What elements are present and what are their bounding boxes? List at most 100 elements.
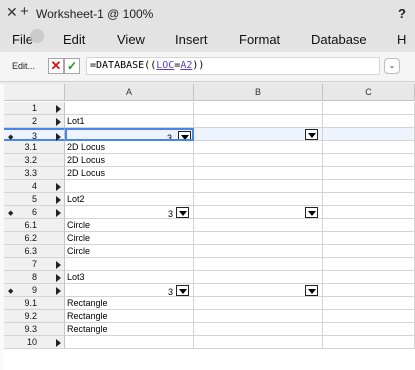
row-header[interactable]: 5 xyxy=(4,193,65,206)
cell-a[interactable]: Lot2 xyxy=(65,193,194,206)
new-tab-icon[interactable]: + xyxy=(20,4,29,19)
row-header[interactable]: 7 xyxy=(4,258,65,271)
expand-triangle-icon[interactable] xyxy=(56,209,61,217)
expand-triangle-icon[interactable] xyxy=(56,133,61,141)
cell-b[interactable] xyxy=(194,284,323,297)
accept-formula-button[interactable]: ✓ xyxy=(64,58,80,74)
cell-c[interactable] xyxy=(323,258,415,271)
chevron-down-icon[interactable] xyxy=(305,285,318,296)
cell-b[interactable] xyxy=(194,336,323,349)
cell-b[interactable] xyxy=(194,128,323,141)
column-header-a[interactable]: A xyxy=(65,84,194,101)
row-header[interactable]: 9.1 xyxy=(4,297,65,310)
chevron-down-icon[interactable]: ⌄ xyxy=(384,58,400,74)
row-header[interactable]: 9.3 xyxy=(4,323,65,336)
cell-b[interactable] xyxy=(194,310,323,323)
cell-a[interactable]: 2D Locus xyxy=(65,141,194,154)
cell-c[interactable] xyxy=(323,102,415,115)
row-header[interactable]: ◆ 3 xyxy=(4,128,65,141)
menu-database[interactable]: Database xyxy=(311,32,367,47)
row-header[interactable]: 10 xyxy=(4,336,65,349)
cell-a[interactable] xyxy=(65,102,194,115)
cell-c[interactable] xyxy=(323,336,415,349)
row-header[interactable]: 1 xyxy=(4,102,65,115)
cell-a[interactable] xyxy=(65,258,194,271)
cell-a[interactable]: Circle xyxy=(65,219,194,232)
cell-c[interactable] xyxy=(323,219,415,232)
menu-view[interactable]: View xyxy=(117,32,145,47)
row-header[interactable]: 2 xyxy=(4,115,65,128)
edit-button[interactable]: Edit... xyxy=(12,61,35,71)
row-header[interactable]: 3.1 xyxy=(4,141,65,154)
cell-b[interactable] xyxy=(194,180,323,193)
cell-a[interactable]: 3 xyxy=(65,284,194,297)
row-header[interactable]: 3.2 xyxy=(4,154,65,167)
cell-c[interactable] xyxy=(323,245,415,258)
column-header-b[interactable]: B xyxy=(194,84,323,101)
expand-triangle-icon[interactable] xyxy=(56,105,61,113)
cell-a[interactable]: Lot3 xyxy=(65,271,194,284)
cell-a[interactable]: Circle xyxy=(65,245,194,258)
cell-a[interactable]: Rectangle xyxy=(65,310,194,323)
cell-c[interactable] xyxy=(323,193,415,206)
cell-c[interactable] xyxy=(323,310,415,323)
cell-a[interactable]: Lot1 xyxy=(65,115,194,128)
cell-c[interactable] xyxy=(323,206,415,219)
row-header[interactable]: 6.2 xyxy=(4,232,65,245)
help-button[interactable]: ? xyxy=(398,6,406,21)
row-header[interactable]: ◆ 6 xyxy=(4,206,65,219)
cell-a[interactable] xyxy=(65,180,194,193)
cell-a[interactable]: Circle xyxy=(65,232,194,245)
cell-b[interactable] xyxy=(194,219,323,232)
chevron-down-icon[interactable] xyxy=(178,131,191,139)
cell-b[interactable] xyxy=(194,245,323,258)
expand-triangle-icon[interactable] xyxy=(56,183,61,191)
cell-b[interactable] xyxy=(194,258,323,271)
chevron-down-icon[interactable] xyxy=(176,207,189,218)
cell-b[interactable] xyxy=(194,232,323,245)
cell-b[interactable] xyxy=(194,102,323,115)
cell-c[interactable] xyxy=(323,154,415,167)
expand-triangle-icon[interactable] xyxy=(56,118,61,126)
cell-a[interactable]: 3 xyxy=(65,128,194,141)
row-header[interactable]: ◆ 9 xyxy=(4,284,65,297)
cell-b[interactable] xyxy=(194,297,323,310)
expand-triangle-icon[interactable] xyxy=(56,261,61,269)
cell-c[interactable] xyxy=(323,128,415,141)
cell-b[interactable] xyxy=(194,154,323,167)
expand-triangle-icon[interactable] xyxy=(56,196,61,204)
cell-b[interactable] xyxy=(194,141,323,154)
menu-insert[interactable]: Insert xyxy=(175,32,208,47)
cell-a[interactable]: 2D Locus xyxy=(65,154,194,167)
cancel-formula-button[interactable]: ✕ xyxy=(48,58,64,74)
cell-b[interactable] xyxy=(194,323,323,336)
cell-c[interactable] xyxy=(323,284,415,297)
cell-a[interactable]: 3 xyxy=(65,206,194,219)
cell-c[interactable] xyxy=(323,141,415,154)
cell-a[interactable]: Rectangle xyxy=(65,297,194,310)
cell-b[interactable] xyxy=(194,115,323,128)
cell-a[interactable]: 2D Locus xyxy=(65,167,194,180)
menu-edit[interactable]: Edit xyxy=(63,32,85,47)
chevron-down-icon[interactable] xyxy=(176,285,189,296)
cell-b[interactable] xyxy=(194,167,323,180)
chevron-down-icon[interactable] xyxy=(305,129,318,140)
row-header[interactable]: 9.2 xyxy=(4,310,65,323)
expand-triangle-icon[interactable] xyxy=(56,339,61,347)
expand-triangle-icon[interactable] xyxy=(56,287,61,295)
cell-c[interactable] xyxy=(323,167,415,180)
chevron-down-icon[interactable] xyxy=(305,207,318,218)
close-icon[interactable]: ✕ xyxy=(6,5,18,19)
cell-a[interactable]: Rectangle xyxy=(65,323,194,336)
cell-c[interactable] xyxy=(323,271,415,284)
cell-c[interactable] xyxy=(323,323,415,336)
cell-b[interactable] xyxy=(194,271,323,284)
row-header[interactable]: 3.3 xyxy=(4,167,65,180)
menu-format[interactable]: Format xyxy=(239,32,280,47)
menu-help[interactable]: H xyxy=(397,32,406,47)
cell-c[interactable] xyxy=(323,297,415,310)
cell-a[interactable] xyxy=(65,336,194,349)
select-all-corner[interactable] xyxy=(4,84,65,101)
cell-c[interactable] xyxy=(323,232,415,245)
expand-triangle-icon[interactable] xyxy=(56,274,61,282)
